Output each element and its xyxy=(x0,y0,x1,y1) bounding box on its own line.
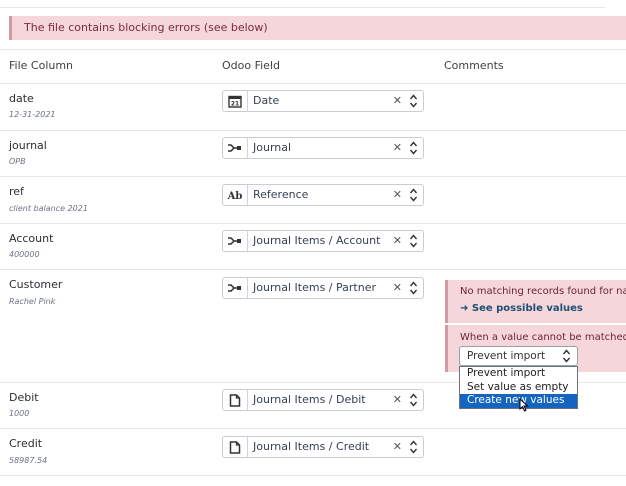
field-selector[interactable]: Journal ✕ xyxy=(222,137,424,159)
svg-text:21: 21 xyxy=(231,100,239,107)
text-icon: Ab xyxy=(223,185,248,205)
column-name: Credit xyxy=(9,437,43,450)
svg-text:Ab: Ab xyxy=(227,191,242,201)
see-possible-values-link[interactable]: ➜ See possible values xyxy=(460,303,583,314)
column-sample: OPB xyxy=(9,157,26,166)
sort-arrows-icon[interactable] xyxy=(409,140,418,156)
header-odoo-field: Odoo Field xyxy=(222,59,280,72)
field-selector[interactable]: Journal Items / Partner ✕ xyxy=(222,277,424,299)
column-name: Customer xyxy=(9,278,63,291)
column-sample: 58987.54 xyxy=(9,456,48,465)
column-name: ref xyxy=(9,185,24,198)
clear-icon[interactable]: ✕ xyxy=(393,278,402,298)
divider xyxy=(0,49,626,50)
column-name: date xyxy=(9,92,34,105)
error-alert: The file contains blocking errors (see b… xyxy=(9,16,626,40)
field-selector[interactable]: Journal Items / Account ✕ xyxy=(222,230,424,252)
no-match-message: No matching records found for nam xyxy=(460,286,626,297)
calendar-icon: 21 xyxy=(223,91,248,111)
column-sample: 1000 xyxy=(9,409,30,418)
mouse-cursor-icon xyxy=(519,398,529,412)
divider xyxy=(0,269,626,270)
column-name: Debit xyxy=(9,391,39,404)
divider xyxy=(0,176,626,177)
field-label: Journal Items / Partner xyxy=(253,281,376,294)
sort-arrows-icon[interactable] xyxy=(409,280,418,296)
see-possible-values-label: See possible values xyxy=(471,303,583,314)
field-label: Date xyxy=(253,94,280,107)
selected-value: Prevent import xyxy=(467,350,546,362)
top-divider xyxy=(0,7,605,8)
clear-icon[interactable]: ✕ xyxy=(393,185,402,205)
monetary-icon xyxy=(223,390,248,410)
field-selector[interactable]: Journal Items / Credit ✕ xyxy=(222,436,424,458)
header-file-column: File Column xyxy=(9,59,74,72)
sort-arrows-icon[interactable] xyxy=(409,93,418,109)
clear-icon[interactable]: ✕ xyxy=(393,231,402,251)
relation-icon xyxy=(223,278,248,298)
field-selector[interactable]: Ab Reference ✕ xyxy=(222,184,424,206)
sort-arrows-icon[interactable] xyxy=(409,392,418,408)
column-name: Account xyxy=(9,232,54,245)
divider xyxy=(0,475,626,476)
divider xyxy=(0,223,626,224)
clear-icon[interactable]: ✕ xyxy=(393,437,402,457)
clear-icon[interactable]: ✕ xyxy=(393,390,402,410)
sort-arrows-icon[interactable] xyxy=(409,233,418,249)
no-match-comment: No matching records found for nam ➜ See … xyxy=(445,280,626,323)
option-prevent-import[interactable]: Prevent import xyxy=(460,367,577,381)
column-sample: 12-31-2021 xyxy=(9,110,56,119)
divider xyxy=(0,83,626,84)
field-label: Journal Items / Account xyxy=(253,234,381,247)
column-name: journal xyxy=(9,139,47,152)
column-sample: Rachel Pink xyxy=(9,297,56,306)
field-label: Journal Items / Debit xyxy=(253,393,366,406)
sort-arrows-icon[interactable] xyxy=(409,439,418,455)
sort-arrows-icon[interactable] xyxy=(409,187,418,203)
monetary-icon xyxy=(223,437,248,457)
field-selector[interactable]: Journal Items / Debit ✕ xyxy=(222,389,424,411)
clear-icon[interactable]: ✕ xyxy=(393,138,402,158)
field-label: Journal xyxy=(253,141,292,154)
clear-icon[interactable]: ✕ xyxy=(393,91,402,111)
relation-icon xyxy=(223,231,248,251)
column-sample: client balance 2021 xyxy=(9,204,88,213)
relation-icon xyxy=(223,138,248,158)
field-selector[interactable]: 21 Date ✕ xyxy=(222,90,424,112)
divider xyxy=(0,130,626,131)
unmatched-action-select[interactable]: Prevent import xyxy=(459,346,578,366)
field-label: Reference xyxy=(253,188,309,201)
unmatched-label: When a value cannot be matched: xyxy=(460,332,626,343)
header-comments: Comments xyxy=(444,59,504,72)
divider xyxy=(0,428,626,429)
column-sample: 400000 xyxy=(9,250,40,259)
field-label: Journal Items / Credit xyxy=(253,440,370,453)
option-set-empty[interactable]: Set value as empty xyxy=(460,381,577,395)
arrow-right-icon: ➜ xyxy=(460,303,472,314)
